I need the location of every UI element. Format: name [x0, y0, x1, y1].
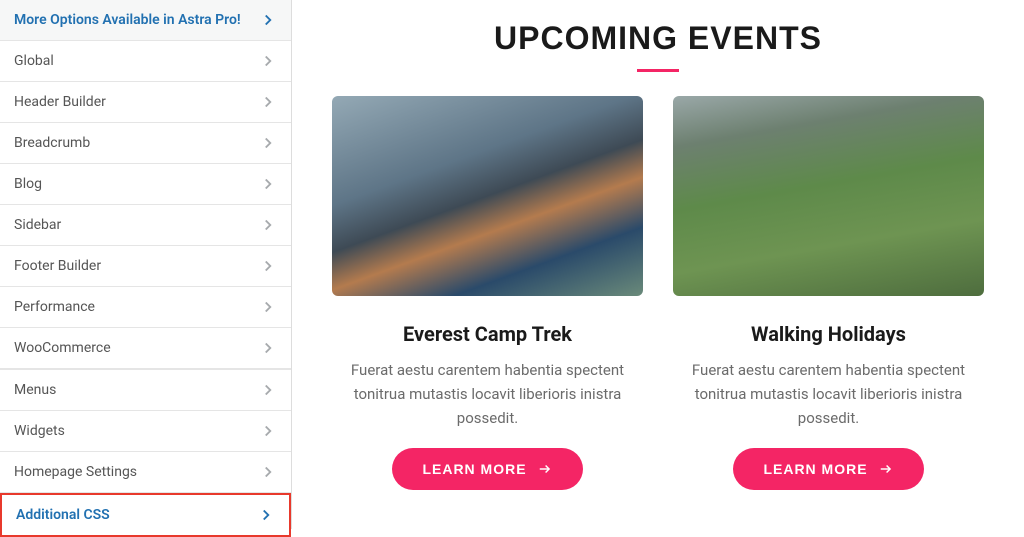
event-card: Everest Camp Trek Fuerat aestu carentem …	[332, 96, 643, 490]
chevron-right-icon	[259, 257, 277, 275]
nav-item-woocommerce[interactable]: WooCommerce	[0, 328, 291, 369]
learn-more-button[interactable]: LEARN MORE	[392, 448, 582, 490]
nav-item-sidebar[interactable]: Sidebar	[0, 205, 291, 246]
event-image	[332, 96, 643, 296]
site-preview: UPCOMING EVENTS Everest Camp Trek Fuerat…	[292, 0, 1024, 529]
chevron-right-icon	[259, 216, 277, 234]
learn-more-button[interactable]: LEARN MORE	[733, 448, 923, 490]
nav-label: Widgets	[14, 423, 65, 439]
nav-item-additional-css[interactable]: Additional CSS	[0, 493, 291, 537]
chevron-right-icon	[259, 93, 277, 111]
chevron-right-icon	[259, 422, 277, 440]
nav-label: Header Builder	[14, 94, 106, 110]
chevron-right-icon	[257, 506, 275, 524]
event-image	[673, 96, 984, 296]
chevron-right-icon	[259, 463, 277, 481]
nav-label: Sidebar	[14, 217, 61, 233]
nav-label: Breadcrumb	[14, 135, 90, 151]
nav-item-global[interactable]: Global	[0, 41, 291, 82]
nav-label: WooCommerce	[14, 340, 111, 356]
event-description: Fuerat aestu carentem habentia spectent …	[673, 358, 984, 430]
nav-item-performance[interactable]: Performance	[0, 287, 291, 328]
section-heading: UPCOMING EVENTS	[332, 20, 984, 57]
chevron-right-icon	[259, 52, 277, 70]
nav-item-breadcrumb[interactable]: Breadcrumb	[0, 123, 291, 164]
button-label: LEARN MORE	[422, 461, 526, 477]
nav-label: Additional CSS	[16, 507, 110, 523]
nav-item-widgets[interactable]: Widgets	[0, 411, 291, 452]
nav-item-blog[interactable]: Blog	[0, 164, 291, 205]
nav-item-menus[interactable]: Menus	[0, 370, 291, 411]
event-cards: Everest Camp Trek Fuerat aestu carentem …	[332, 96, 984, 490]
chevron-right-icon	[259, 381, 277, 399]
arrow-right-icon	[878, 462, 894, 476]
nav-item-homepage-settings[interactable]: Homepage Settings	[0, 452, 291, 493]
nav-label: Homepage Settings	[14, 464, 137, 480]
chevron-right-icon	[259, 175, 277, 193]
nav-label: Global	[14, 53, 54, 69]
event-title: Everest Camp Trek	[403, 322, 572, 346]
nav-label: Performance	[14, 299, 95, 315]
nav-item-footer-builder[interactable]: Footer Builder	[0, 246, 291, 287]
chevron-right-icon	[259, 339, 277, 357]
nav-label: Footer Builder	[14, 258, 101, 274]
nav-label: Blog	[14, 176, 42, 192]
button-label: LEARN MORE	[763, 461, 867, 477]
event-card: Walking Holidays Fuerat aestu carentem h…	[673, 96, 984, 490]
nav-label: More Options Available in Astra Pro!	[14, 12, 241, 28]
chevron-right-icon	[259, 298, 277, 316]
nav-item-header-builder[interactable]: Header Builder	[0, 82, 291, 123]
nav-item-astra-pro[interactable]: More Options Available in Astra Pro!	[0, 0, 291, 41]
chevron-right-icon	[259, 134, 277, 152]
chevron-right-icon	[259, 11, 277, 29]
event-title: Walking Holidays	[751, 322, 906, 346]
customizer-sidebar: More Options Available in Astra Pro! Glo…	[0, 0, 292, 529]
event-description: Fuerat aestu carentem habentia spectent …	[332, 358, 643, 430]
nav-label: Menus	[14, 382, 56, 398]
heading-divider	[637, 69, 679, 72]
arrow-right-icon	[537, 462, 553, 476]
